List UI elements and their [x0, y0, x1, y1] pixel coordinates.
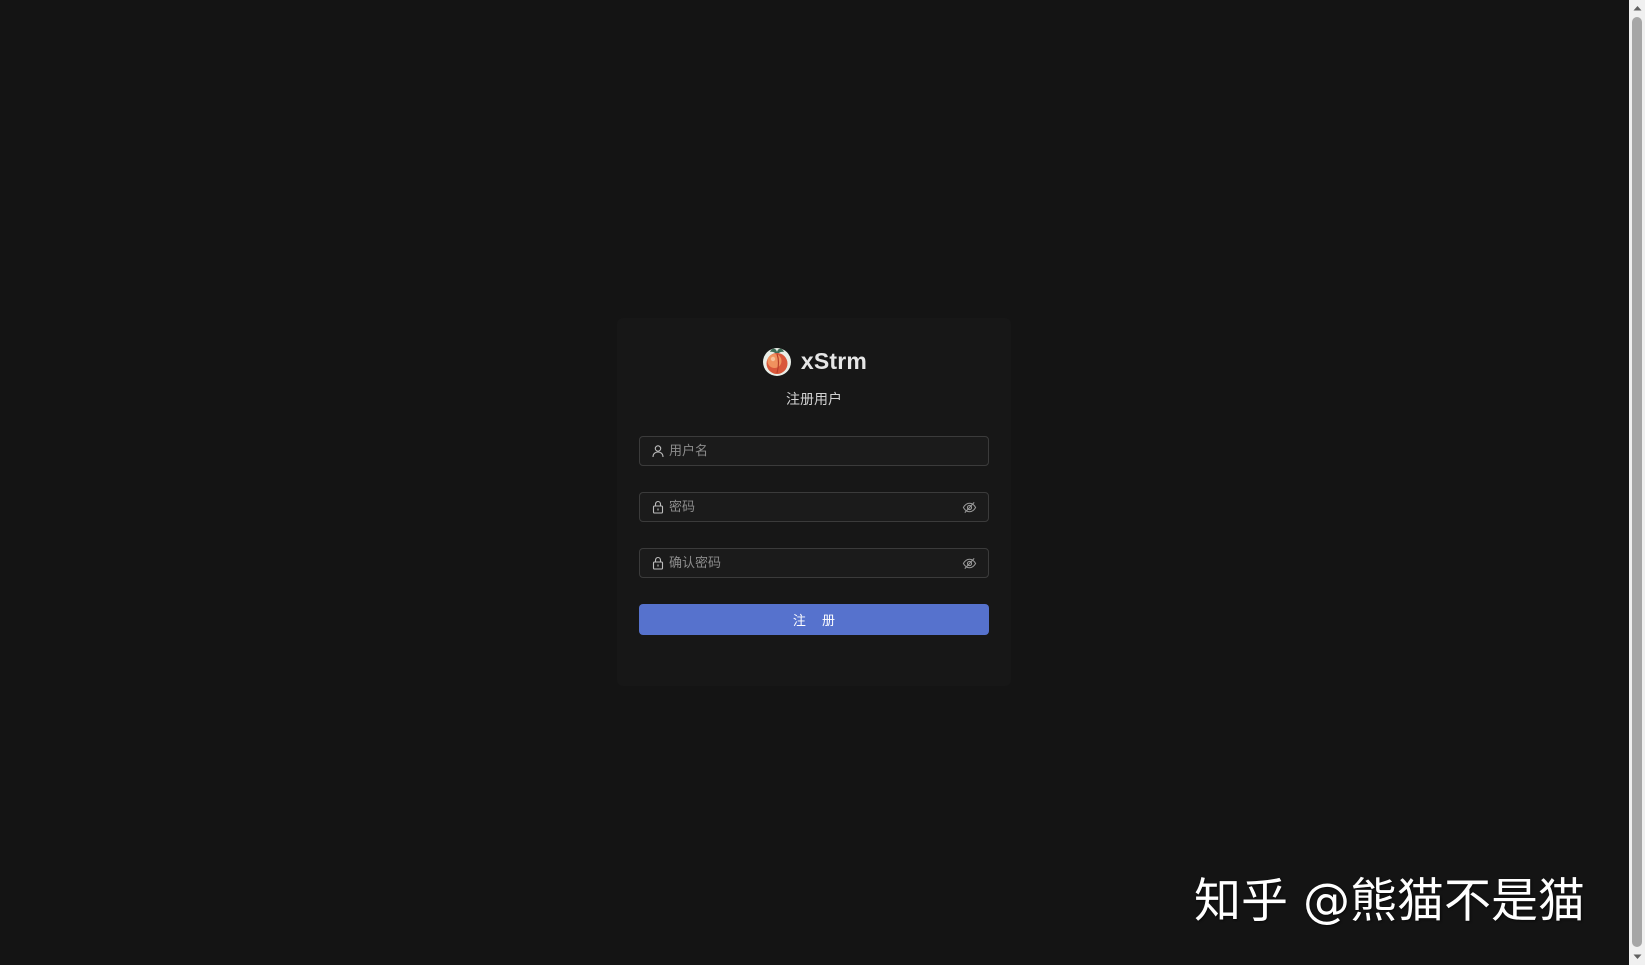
scroll-up-arrow-icon[interactable] [1629, 0, 1645, 16]
lock-icon [652, 556, 664, 570]
page-background: xStrm 注册用户 用户名 注 册 知乎 @熊猫不是猫 [0, 0, 1629, 965]
password-field[interactable] [639, 492, 989, 522]
eye-off-icon[interactable] [962, 500, 977, 515]
vertical-scrollbar[interactable] [1629, 0, 1645, 965]
watermark: 知乎 @熊猫不是猫 [1194, 874, 1585, 929]
scroll-down-arrow-icon[interactable] [1629, 949, 1645, 965]
lock-icon [652, 500, 664, 514]
app-name: xStrm [800, 347, 868, 374]
register-button[interactable]: 注 册 [639, 604, 989, 635]
confirm-password-field[interactable] [639, 548, 989, 578]
register-card: xStrm 注册用户 用户名 注 册 [617, 318, 1011, 686]
confirm-password-input[interactable] [669, 550, 958, 576]
peach-logo-icon [762, 348, 791, 376]
form-title: 注册用户 [786, 392, 842, 408]
username-input[interactable] [669, 438, 988, 464]
username-field[interactable] [639, 436, 989, 466]
user-icon [652, 445, 664, 458]
password-input[interactable] [669, 494, 958, 520]
brand-header: xStrm [617, 344, 1011, 378]
eye-off-icon[interactable] [962, 556, 977, 571]
scrollbar-thumb[interactable] [1632, 17, 1642, 947]
